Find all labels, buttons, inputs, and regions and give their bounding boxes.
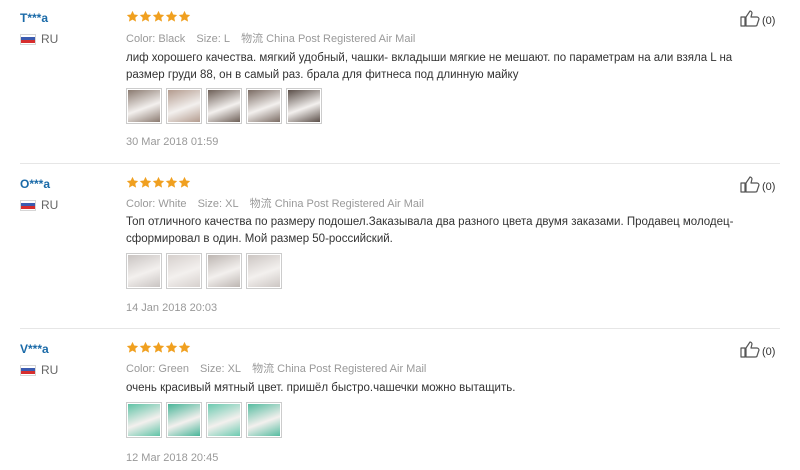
color-label: Color: [126, 33, 156, 45]
russia-flag-icon [20, 199, 36, 211]
star-icon [165, 10, 178, 23]
star-icon [165, 176, 178, 189]
helpful-count: (0) [762, 181, 776, 193]
color-label: Color: [126, 363, 156, 375]
review-date: 12 Mar 2018 20:45 [126, 452, 219, 464]
star-icon [178, 176, 191, 189]
size-label: Size: [197, 198, 223, 210]
review-text: очень красивый мятный цвет. пришёл быстр… [126, 382, 516, 394]
thumbs-up-icon [740, 9, 762, 27]
order-details: Color: Black Size: L 物流 China Post Regis… [126, 30, 415, 46]
star-icon [165, 341, 178, 354]
star-icon [139, 10, 152, 23]
reviewer-country: RU [20, 32, 58, 46]
size-value: XL [225, 198, 239, 210]
review-date: 30 Mar 2018 01:59 [126, 136, 219, 148]
reviewer-name: T***a [20, 11, 49, 25]
color-label: Color: [126, 198, 156, 210]
thumbs-up-icon [740, 340, 762, 358]
logistics-label: 物流 [249, 198, 272, 210]
thumbs-up-icon [740, 175, 762, 193]
helpful-button[interactable]: (0) [740, 175, 775, 193]
helpful-button[interactable]: (0) [740, 9, 775, 27]
review-photos [126, 253, 286, 289]
review-photo-thumbnail[interactable] [166, 253, 202, 289]
logistics-label: 物流 [241, 33, 264, 45]
review-photo-thumbnail[interactable] [126, 402, 162, 438]
review-photo-thumbnail[interactable] [246, 253, 282, 289]
order-details: Color: White Size: XL 物流 China Post Regi… [126, 195, 424, 211]
color-value: White [158, 198, 187, 210]
review-text: Топ отличного качества по размеру подоше… [126, 216, 734, 245]
review-photo-thumbnail[interactable] [206, 402, 242, 438]
helpful-count: (0) [762, 15, 776, 27]
review-photo-thumbnail[interactable] [246, 402, 282, 438]
review-photos [126, 402, 286, 438]
star-icon [152, 176, 165, 189]
shipping-method: China Post Registered Air Mail [274, 198, 424, 210]
star-icon [152, 341, 165, 354]
russia-flag-icon [20, 364, 36, 376]
order-details: Color: Green Size: XL 物流 China Post Regi… [126, 360, 426, 376]
review-date: 14 Jan 2018 20:03 [126, 302, 218, 314]
review-photo-thumbnail[interactable] [126, 253, 162, 289]
color-value: Green [158, 363, 189, 375]
size-label: Size: [200, 363, 225, 375]
star-icon [126, 176, 139, 189]
reviewer-name: O***a [20, 177, 51, 191]
helpful-count: (0) [762, 346, 776, 358]
review-photo-thumbnail[interactable] [286, 88, 322, 124]
russia-flag-icon [20, 33, 36, 45]
review-photo-thumbnail[interactable] [206, 253, 242, 289]
review-photo-thumbnail[interactable] [246, 88, 282, 124]
review-photo-thumbnail[interactable] [206, 88, 242, 124]
star-icon [152, 10, 165, 23]
star-rating [126, 341, 191, 354]
shipping-method: China Post Registered Air Mail [266, 33, 416, 45]
country-code: RU [41, 363, 59, 377]
reviewer-country: RU [20, 363, 58, 377]
review-photos [126, 88, 326, 124]
star-icon [126, 10, 139, 23]
review-photo-thumbnail[interactable] [166, 402, 202, 438]
review-text: лиф хорошего качества. мягкий удобный, ч… [126, 52, 733, 81]
star-icon [139, 341, 152, 354]
size-value: XL [227, 363, 242, 375]
star-icon [178, 341, 191, 354]
size-label: Size: [196, 33, 221, 45]
star-rating [126, 10, 191, 23]
reviewer-name: V***a [20, 342, 49, 356]
star-icon [139, 176, 152, 189]
country-code: RU [41, 32, 59, 46]
reviewer-country: RU [20, 198, 58, 212]
shipping-method: China Post Registered Air Mail [277, 363, 427, 375]
star-icon [178, 10, 191, 23]
review-photo-thumbnail[interactable] [166, 88, 202, 124]
logistics-label: 物流 [252, 363, 275, 375]
star-icon [126, 341, 139, 354]
star-rating [126, 176, 191, 189]
country-code: RU [41, 198, 59, 212]
review-divider [20, 163, 780, 164]
size-value: L [223, 33, 231, 45]
review-photo-thumbnail[interactable] [126, 88, 162, 124]
color-value: Black [158, 33, 186, 45]
helpful-button[interactable]: (0) [740, 340, 775, 358]
review-divider [20, 328, 780, 329]
